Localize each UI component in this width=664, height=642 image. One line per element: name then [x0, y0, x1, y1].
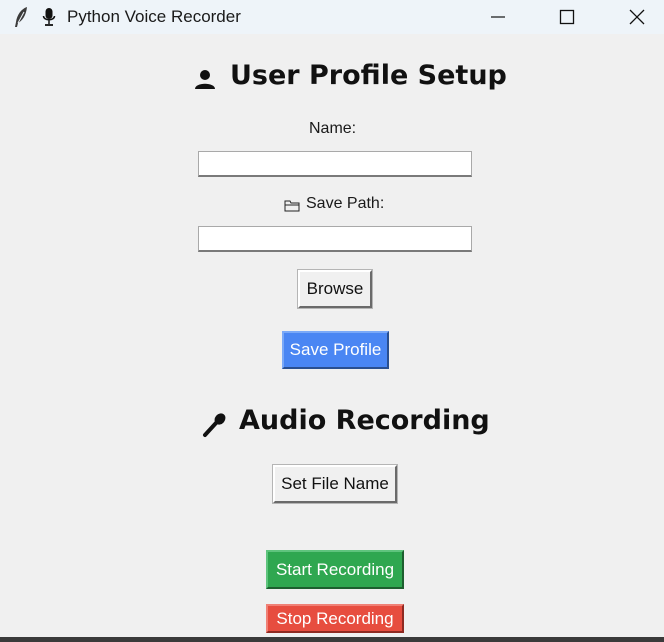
save-profile-button[interactable]: Save Profile: [282, 331, 389, 369]
browse-button[interactable]: Browse: [297, 269, 373, 309]
feather-icon: [15, 7, 27, 27]
main-content: User Profile Setup Name: Save Path: Brow…: [0, 34, 664, 642]
maximize-icon: [559, 9, 575, 25]
minimize-icon: [491, 16, 505, 18]
name-field[interactable]: [198, 151, 472, 177]
save-path-label: Save Path:: [306, 195, 385, 212]
save-path-field[interactable]: [198, 226, 472, 252]
stop-recording-button[interactable]: Stop Recording: [266, 604, 404, 633]
folder-icon: [284, 200, 300, 212]
profile-heading: User Profile Setup: [230, 60, 507, 91]
close-button[interactable]: [614, 0, 660, 34]
name-label: Name:: [309, 120, 357, 137]
title-bar[interactable]: Python Voice Recorder: [0, 0, 664, 34]
user-icon: [195, 70, 215, 89]
app-window: Python Voice Recorder User Profile Setup: [0, 0, 664, 642]
minimize-button[interactable]: [475, 0, 521, 34]
microphone-icon: [42, 8, 56, 26]
window-title: Python Voice Recorder: [67, 7, 241, 26]
recording-heading: Audio Recording: [239, 405, 490, 436]
close-icon: [629, 9, 645, 25]
set-file-name-button[interactable]: Set File Name: [272, 464, 398, 504]
start-recording-button[interactable]: Start Recording: [266, 550, 404, 589]
maximize-button[interactable]: [544, 0, 590, 34]
microphone-icon: [203, 413, 226, 437]
taskbar-edge: [0, 637, 664, 642]
